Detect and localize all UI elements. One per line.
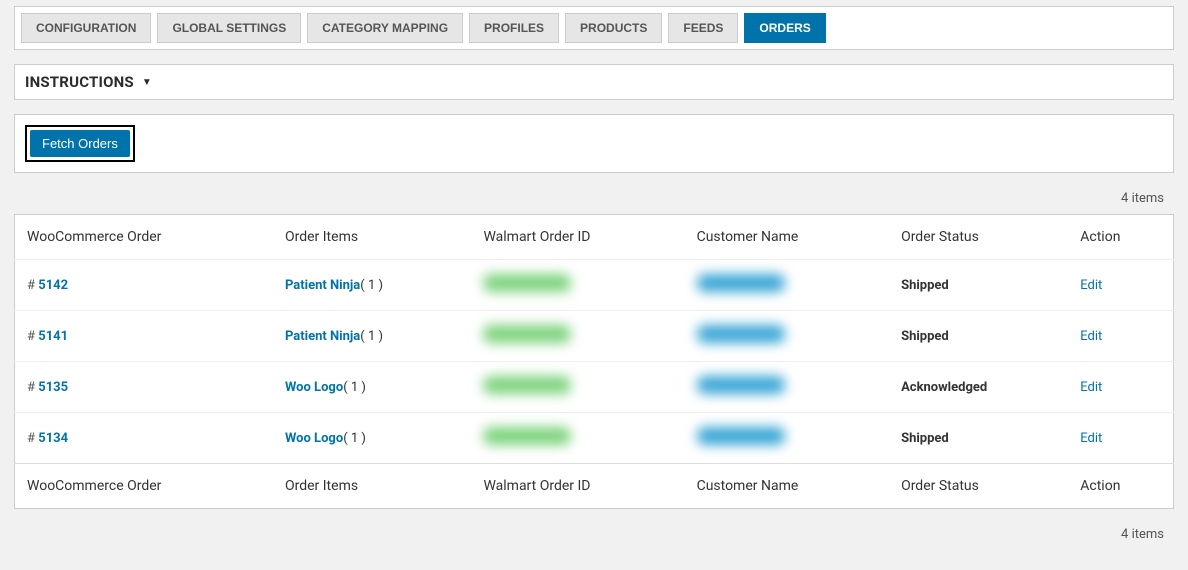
tab-configuration[interactable]: CONFIGURATION <box>21 13 151 43</box>
order-item-qty: ( 1 ) <box>360 329 383 344</box>
cell-status: Shipped <box>889 413 1068 464</box>
order-item-link[interactable]: Woo Logo <box>285 431 343 446</box>
tab-products[interactable]: PRODUCTS <box>565 13 662 43</box>
cell-woo-order: # 5135 <box>15 362 273 413</box>
order-item-link[interactable]: Woo Logo <box>285 380 343 395</box>
col-action[interactable]: Action <box>1068 215 1173 260</box>
tab-orders[interactable]: ORDERS <box>744 13 825 43</box>
col-status: Order Status <box>889 464 1068 509</box>
cell-woo-order: # 5142 <box>15 260 273 311</box>
table-row: # 5141Patient Ninja( 1 )ShippedEdit <box>15 311 1174 362</box>
order-link[interactable]: 5135 <box>38 380 68 395</box>
tab-feeds[interactable]: FEEDS <box>668 13 738 43</box>
cell-customer <box>685 413 889 464</box>
order-link[interactable]: 5134 <box>38 431 68 446</box>
cell-walmart-id <box>471 311 684 362</box>
cell-action: Edit <box>1068 413 1173 464</box>
col-action: Action <box>1068 464 1173 509</box>
cell-status: Acknowledged <box>889 362 1068 413</box>
fetch-panel: Fetch Orders <box>14 114 1174 173</box>
blurred-customer-name <box>697 274 785 292</box>
order-link[interactable]: 5141 <box>38 329 68 344</box>
cell-order-items: Patient Ninja( 1 ) <box>273 260 471 311</box>
order-hash: # <box>27 380 35 395</box>
tab-profiles[interactable]: PROFILES <box>469 13 559 43</box>
blurred-customer-name <box>697 325 785 343</box>
instructions-panel[interactable]: INSTRUCTIONS ▼ <box>14 64 1174 100</box>
cell-customer <box>685 260 889 311</box>
edit-link[interactable]: Edit <box>1080 380 1102 395</box>
items-count-bottom: 4 items <box>14 527 1164 542</box>
status-text: Shipped <box>901 431 949 446</box>
order-hash: # <box>27 431 35 446</box>
cell-walmart-id <box>471 362 684 413</box>
col-woo-order: WooCommerce Order <box>15 464 273 509</box>
order-link[interactable]: 5142 <box>38 278 68 293</box>
cell-woo-order: # 5141 <box>15 311 273 362</box>
orders-table: WooCommerce Order Order Items Walmart Or… <box>14 214 1174 509</box>
order-item-link[interactable]: Patient Ninja <box>285 329 360 344</box>
cell-action: Edit <box>1068 311 1173 362</box>
cell-status: Shipped <box>889 311 1068 362</box>
order-hash: # <box>27 278 35 293</box>
cell-customer <box>685 311 889 362</box>
edit-link[interactable]: Edit <box>1080 431 1102 446</box>
table-row: # 5142Patient Ninja( 1 )ShippedEdit <box>15 260 1174 311</box>
col-customer: Customer Name <box>685 464 889 509</box>
cell-customer <box>685 362 889 413</box>
cell-order-items: Woo Logo( 1 ) <box>273 362 471 413</box>
table-row: # 5135Woo Logo( 1 )AcknowledgedEdit <box>15 362 1174 413</box>
col-walmart-id[interactable]: Walmart Order ID <box>471 215 684 260</box>
chevron-down-icon: ▼ <box>142 77 152 88</box>
blurred-customer-name <box>697 376 785 394</box>
cell-status: Shipped <box>889 260 1068 311</box>
cell-action: Edit <box>1068 362 1173 413</box>
table-header-row: WooCommerce Order Order Items Walmart Or… <box>15 215 1174 260</box>
cell-woo-order: # 5134 <box>15 413 273 464</box>
cell-action: Edit <box>1068 260 1173 311</box>
order-item-qty: ( 1 ) <box>360 278 383 293</box>
order-item-link[interactable]: Patient Ninja <box>285 278 360 293</box>
table-footer-row: WooCommerce Order Order Items Walmart Or… <box>15 464 1174 509</box>
blurred-walmart-id <box>483 427 571 445</box>
order-item-qty: ( 1 ) <box>343 431 366 446</box>
col-woo-order[interactable]: WooCommerce Order <box>15 215 273 260</box>
status-text: Acknowledged <box>901 380 987 395</box>
cell-walmart-id <box>471 413 684 464</box>
fetch-orders-button[interactable]: Fetch Orders <box>30 130 130 157</box>
blurred-walmart-id <box>483 274 571 292</box>
order-item-qty: ( 1 ) <box>343 380 366 395</box>
order-hash: # <box>27 329 35 344</box>
blurred-customer-name <box>697 427 785 445</box>
cell-walmart-id <box>471 260 684 311</box>
tab-global-settings[interactable]: GLOBAL SETTINGS <box>157 13 301 43</box>
tab-category-mapping[interactable]: CATEGORY MAPPING <box>307 13 463 43</box>
fetch-button-focus-ring: Fetch Orders <box>25 125 135 162</box>
tabs-bar: CONFIGURATIONGLOBAL SETTINGSCATEGORY MAP… <box>14 6 1174 50</box>
instructions-title: INSTRUCTIONS <box>25 73 134 91</box>
status-text: Shipped <box>901 278 949 293</box>
blurred-walmart-id <box>483 325 571 343</box>
items-count-top: 4 items <box>14 191 1164 206</box>
col-customer[interactable]: Customer Name <box>685 215 889 260</box>
table-row: # 5134Woo Logo( 1 )ShippedEdit <box>15 413 1174 464</box>
cell-order-items: Patient Ninja( 1 ) <box>273 311 471 362</box>
col-order-items[interactable]: Order Items <box>273 215 471 260</box>
col-order-items: Order Items <box>273 464 471 509</box>
blurred-walmart-id <box>483 376 571 394</box>
col-walmart-id: Walmart Order ID <box>471 464 684 509</box>
status-text: Shipped <box>901 329 949 344</box>
cell-order-items: Woo Logo( 1 ) <box>273 413 471 464</box>
edit-link[interactable]: Edit <box>1080 278 1102 293</box>
edit-link[interactable]: Edit <box>1080 329 1102 344</box>
col-status[interactable]: Order Status <box>889 215 1068 260</box>
